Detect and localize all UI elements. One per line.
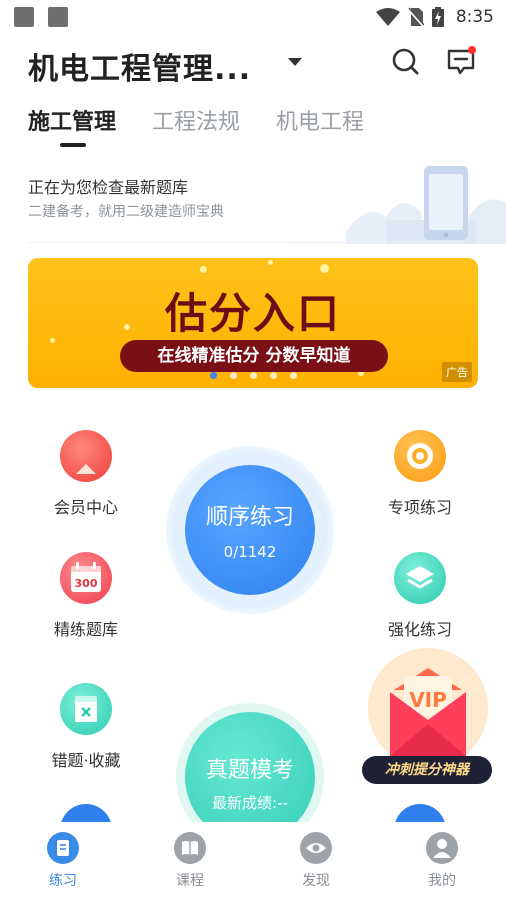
app-header: 机电工程管理... — [0, 38, 506, 94]
question-bank-button[interactable]: 300 精练题库 — [26, 552, 146, 640]
clock: 8:35 — [455, 7, 494, 27]
no-sim-icon — [407, 7, 424, 27]
nav-label: 课程 — [176, 873, 204, 889]
feature-icon-partial[interactable] — [60, 804, 112, 824]
book-icon — [174, 832, 206, 864]
nav-courses[interactable]: 课程 — [150, 832, 230, 890]
feature-label: 精练题库 — [53, 620, 118, 639]
subject-title[interactable]: 机电工程管理... — [28, 44, 251, 88]
status-icons: 8:35 — [375, 6, 494, 28]
carousel-dot[interactable] — [229, 372, 237, 379]
active-tab-indicator — [60, 143, 86, 147]
sequential-title: 顺序练习 — [205, 505, 294, 530]
svg-text:VIP: VIP — [409, 688, 447, 712]
mistake-book-icon — [60, 683, 112, 735]
tab-mechanical-electrical[interactable]: 机电工程 — [276, 104, 364, 136]
nav-label: 发现 — [302, 873, 330, 889]
nav-discover[interactable]: 发现 — [276, 832, 356, 890]
vip-promo-float[interactable]: VIP 冲刺提分神器 — [360, 646, 496, 786]
notification-icon — [48, 7, 68, 27]
vip-caption: 冲刺提分神器 — [362, 756, 492, 784]
carousel-dot[interactable] — [209, 372, 217, 379]
bottom-navigation: 练习 课程 发现 我的 — [0, 822, 506, 900]
layers-icon — [394, 552, 446, 604]
search-icon[interactable] — [390, 46, 420, 76]
subject-tabs: 施工管理 工程法规 机电工程 — [0, 100, 506, 148]
chevron-down-icon[interactable] — [288, 58, 302, 66]
mock-exam-score: 最新成绩:-- — [212, 794, 288, 812]
intensive-practice-button[interactable]: 强化练习 — [360, 552, 480, 640]
carousel-dot[interactable] — [269, 372, 277, 379]
notification-icon — [14, 7, 34, 27]
nav-label: 练习 — [49, 873, 77, 889]
special-practice-button[interactable]: 专项练习 — [360, 430, 480, 518]
ad-banner[interactable]: 估分入口 在线精准估分 分数早知道 广告 — [28, 258, 478, 388]
sequential-progress: 0/1142 — [223, 543, 277, 561]
member-center-button[interactable]: 会员中心 — [26, 430, 146, 518]
feature-label: 会员中心 — [53, 498, 118, 517]
notice-subtitle: 二建备考，就用二级建造师宝典 — [28, 204, 224, 220]
phone-illustration-icon — [346, 166, 506, 244]
tab-engineering-regulations[interactable]: 工程法规 — [152, 104, 240, 136]
notice-title: 正在为您检查最新题库 — [28, 178, 189, 197]
battery-charging-icon — [431, 7, 444, 27]
feature-icon-partial[interactable] — [394, 804, 446, 824]
nav-practice[interactable]: 练习 — [23, 832, 103, 890]
nav-label: 我的 — [428, 873, 456, 889]
update-notice: 正在为您检查最新题库 二建备考，就用二级建造师宝典 — [0, 158, 506, 244]
carousel-dot[interactable] — [249, 372, 257, 379]
app-screen: 8:35 机电工程管理... 施工管理 工程法规 机电工程 正在为您检查最新题库… — [0, 0, 506, 900]
carousel-dots — [28, 372, 478, 379]
practice-icon — [47, 832, 79, 864]
target-icon — [394, 430, 446, 482]
svg-text:300: 300 — [75, 577, 98, 590]
wifi-icon — [375, 8, 400, 26]
divider — [28, 242, 506, 243]
banner-tagline: 在线精准估分 分数早知道 — [120, 340, 388, 372]
user-icon — [426, 832, 458, 864]
mock-exam-title: 真题模考 — [205, 758, 294, 783]
notification-dot — [468, 46, 476, 54]
eye-icon — [300, 832, 332, 864]
banner-title: 估分入口 — [164, 289, 341, 338]
feature-label: 专项练习 — [387, 498, 452, 517]
status-bar: 8:35 — [0, 0, 506, 34]
sequential-practice-button[interactable]: 顺序练习 0/1142 — [185, 465, 315, 595]
nav-profile[interactable]: 我的 — [402, 832, 482, 890]
ad-label: 广告 — [442, 362, 472, 382]
feature-label: 强化练习 — [387, 620, 452, 639]
member-crown-icon — [60, 430, 112, 482]
carousel-dot[interactable] — [289, 372, 297, 379]
mistakes-favorites-button[interactable]: 错题·收藏 — [26, 683, 146, 771]
message-icon[interactable] — [446, 46, 476, 76]
calendar-icon: 300 — [60, 552, 112, 604]
tab-construction-management[interactable]: 施工管理 — [28, 104, 116, 136]
feature-label: 错题·收藏 — [51, 751, 121, 770]
